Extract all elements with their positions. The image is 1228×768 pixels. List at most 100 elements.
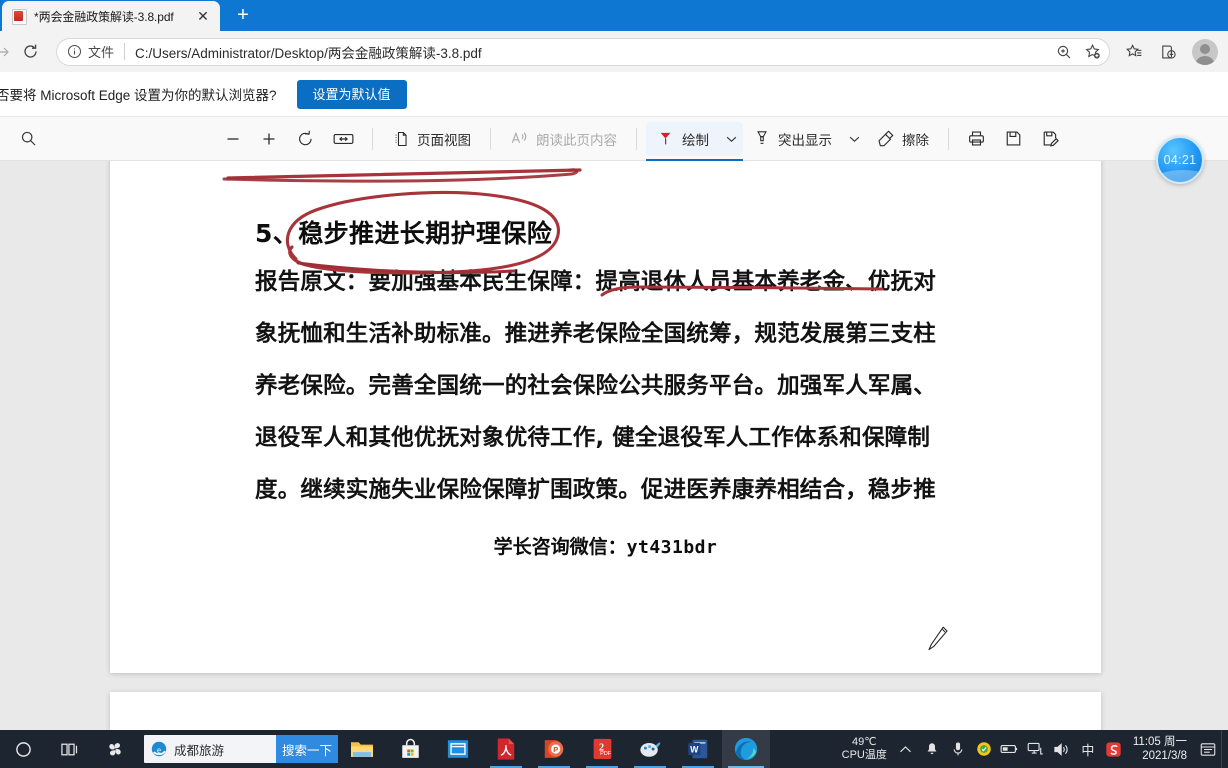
draw-label: 绘制 — [682, 132, 709, 148]
taskbar: e 成都旅游 搜索一下 人 P 2 PDF W 49℃ CPU温度 中 11:0… — [0, 730, 1228, 768]
ime-chinese-icon[interactable]: 中 — [1075, 730, 1101, 768]
reload-button[interactable] — [14, 36, 46, 68]
taskbar-app-blue-window[interactable] — [434, 730, 482, 768]
timer-overlay[interactable]: 04:21 — [1156, 136, 1204, 184]
powerpoint-icon: P — [544, 740, 564, 758]
document-line-5: 度。继续实施失业保险保障扩围政策。促进医养康养相结合，稳步推 — [255, 477, 937, 503]
taskbar-app-microsoft-store[interactable] — [386, 730, 434, 768]
save-icon[interactable] — [995, 122, 1032, 156]
taskbar-clock[interactable]: 11:05 周一 2021/3/8 — [1127, 735, 1195, 763]
taskbar-app-powerpoint[interactable]: P — [530, 730, 578, 768]
address-bar[interactable]: 文件 C:/Users/Administrator/Desktop/两会金融政策… — [56, 37, 1110, 66]
erase-label: 擦除 — [902, 132, 929, 148]
pen-cursor-icon — [928, 626, 948, 651]
design-tool-icon — [640, 742, 661, 757]
network-icon[interactable] — [1023, 730, 1049, 768]
search-icon[interactable] — [11, 122, 46, 156]
svg-text:e: e — [157, 745, 161, 755]
tab-strip: *两会金融政策解读-3.8.pdf ✕ + — [0, 0, 1228, 31]
site-info[interactable]: 文件 — [67, 42, 114, 61]
clock-time: 11:05 周一 — [1132, 736, 1187, 748]
start-button[interactable] — [0, 730, 46, 768]
page-view-button[interactable]: 页面视图 — [382, 122, 481, 156]
timer-value: 04:21 — [1163, 153, 1197, 167]
volume-icon[interactable] — [1049, 730, 1075, 768]
banner-message: 否要将 Microsoft Edge 设置为你的默认浏览器? — [0, 88, 277, 103]
word-icon: W — [688, 739, 708, 759]
erase-button[interactable]: 擦除 — [866, 122, 939, 156]
toolbar-divider-3 — [636, 127, 637, 150]
chevron-up-icon[interactable] — [893, 730, 919, 768]
svg-text:PDF: PDF — [600, 751, 612, 757]
save-as-icon[interactable] — [1032, 122, 1069, 156]
zoom-out-button[interactable] — [215, 122, 251, 156]
ink-stroke-top-left — [226, 168, 582, 180]
sogou-icon[interactable] — [1101, 730, 1127, 768]
draw-chevron-down-icon[interactable] — [719, 122, 743, 156]
ink-stroke-top — [222, 168, 579, 183]
store-icon — [401, 738, 419, 758]
zoom-in-button[interactable] — [251, 122, 287, 156]
taskbar-app-file-explorer[interactable] — [338, 730, 386, 768]
taskbar-app-pdf-editor[interactable]: 2 PDF — [578, 730, 626, 768]
task-view-icon — [60, 743, 77, 755]
bell-icon[interactable] — [919, 730, 945, 768]
ie-icon: e — [144, 740, 174, 758]
print-icon[interactable] — [958, 122, 995, 156]
fit-to-width-icon[interactable] — [324, 122, 363, 156]
clock-date: 2021/3/8 — [1142, 750, 1187, 762]
pen-icon — [660, 132, 671, 144]
action-center-icon — [1200, 742, 1216, 756]
taskbar-app-adobe-acrobat[interactable]: 人 — [482, 730, 530, 768]
system-tray: 中 — [893, 730, 1127, 768]
pdf-viewport[interactable]: 5、稳步推进长期护理保险 报告原文：要加强基本民生保障：提高退休人员基本养老金、… — [0, 161, 1228, 730]
new-tab-button[interactable]: + — [230, 3, 256, 27]
taskbar-search-button[interactable]: 搜索一下 — [276, 735, 338, 763]
browser-tab[interactable]: *两会金融政策解读-3.8.pdf ✕ — [2, 1, 220, 31]
microphone-icon[interactable] — [945, 730, 971, 768]
shield-icon[interactable] — [971, 730, 997, 768]
signature-value: yt431bdr — [626, 537, 718, 558]
zoom-in-icon[interactable] — [1051, 40, 1077, 64]
task-view-button[interactable] — [46, 730, 92, 768]
taskbar-search-box[interactable]: e 成都旅游 搜索一下 — [144, 735, 338, 763]
collections-icon[interactable] — [1152, 36, 1184, 68]
taskbar-app-word[interactable]: W — [674, 730, 722, 768]
page-view-icon — [395, 131, 407, 146]
set-default-button[interactable]: 设置为默认值 — [296, 79, 407, 109]
highlight-button[interactable]: 突出显示 — [743, 122, 842, 156]
svg-text:人: 人 — [501, 744, 513, 758]
eraser-icon — [878, 130, 894, 147]
draw-tool-group[interactable]: 绘制 — [646, 121, 743, 162]
signature-prefix: 学长咨询微信： — [493, 536, 627, 558]
action-center-button[interactable] — [1195, 730, 1221, 768]
acrobat-icon: 人 — [497, 738, 515, 760]
add-favorite-icon[interactable] — [1079, 40, 1105, 64]
highlight-tool-group[interactable]: 突出显示 — [743, 122, 866, 156]
cpu-temp-value: 49℃ — [851, 736, 877, 748]
pdf-favicon-icon — [11, 8, 27, 25]
rotate-icon[interactable] — [287, 122, 324, 156]
internet-explorer-icon: e — [151, 741, 167, 757]
taskbar-app-design-tool[interactable] — [626, 730, 674, 768]
taskbar-search-query: 成都旅游 — [174, 743, 225, 758]
widgets-button[interactable] — [92, 730, 138, 768]
draw-button[interactable]: 绘制 — [646, 122, 719, 156]
read-aloud-icon — [511, 131, 527, 144]
battery-icon[interactable] — [997, 730, 1023, 768]
document-line-1: 报告原文：要加强基本民生保障：提高退休人员基本养老金、优抚对 — [255, 269, 937, 295]
toolbar-divider-2 — [490, 127, 491, 150]
close-icon[interactable]: ✕ — [192, 5, 214, 27]
favorites-icon[interactable] — [1118, 36, 1150, 68]
start-icon — [15, 741, 31, 757]
show-desktop-button[interactable] — [1221, 730, 1228, 768]
back-button[interactable] — [0, 36, 12, 68]
profile-avatar[interactable] — [1192, 38, 1218, 65]
highlight-chevron-down-icon[interactable] — [842, 122, 866, 156]
pdf-page-2 — [110, 692, 1101, 730]
svg-text:P: P — [553, 745, 558, 754]
read-aloud-button[interactable]: 朗读此页内容 — [500, 122, 627, 156]
highlight-label: 突出显示 — [778, 132, 832, 148]
taskbar-app-microsoft-edge[interactable] — [722, 730, 770, 768]
omnibox-divider — [124, 43, 126, 60]
